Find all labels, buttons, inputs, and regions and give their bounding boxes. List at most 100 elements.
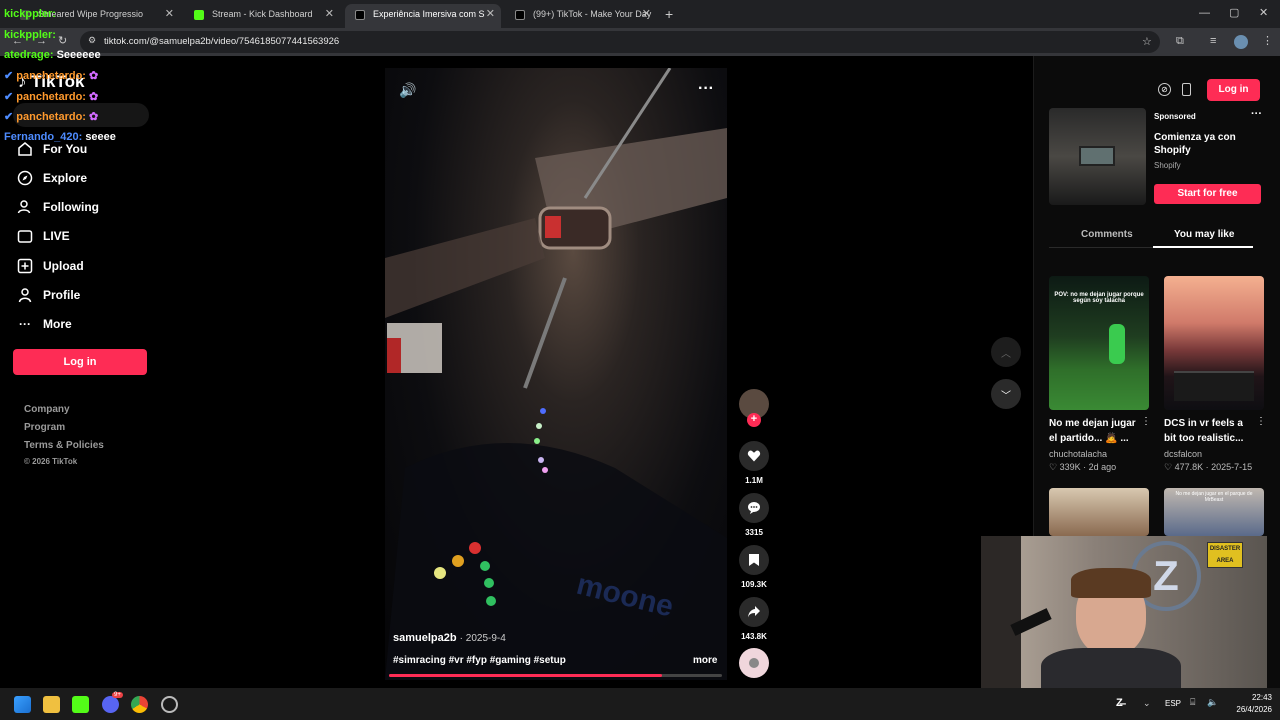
- extensions-icon[interactable]: ⧉: [1176, 35, 1184, 48]
- recommendation-meta: ♡ 477.8K · 2025-7-15: [1164, 462, 1252, 473]
- close-icon[interactable]: ✕: [165, 7, 174, 20]
- rec-options-icon[interactable]: ⋮: [1141, 416, 1151, 427]
- nav-more[interactable]: ··· More: [16, 313, 72, 335]
- creator-avatar[interactable]: +: [737, 389, 771, 427]
- footer-link-company[interactable]: Company: [24, 404, 70, 415]
- compass-icon[interactable]: ⊘: [1158, 83, 1171, 96]
- url-field[interactable]: ⚙ tiktok.com/@samuelpa2b/video/754618507…: [80, 31, 1160, 53]
- recommendation-thumbnail[interactable]: POV: no me dejan jugar porque según soy …: [1049, 276, 1149, 410]
- comment-button[interactable]: 3315: [737, 493, 771, 537]
- like-count: 1.1M: [745, 476, 763, 485]
- wifi-icon[interactable]: ⌄: [1143, 698, 1151, 709]
- network-icon[interactable]: ⌸: [1190, 697, 1195, 708]
- recommendation-thumbnail[interactable]: [1164, 276, 1264, 410]
- save-count: 109.3K: [741, 580, 767, 589]
- next-video-button[interactable]: ﹀: [991, 379, 1021, 409]
- login-button[interactable]: Log in: [13, 349, 147, 375]
- tab-comments[interactable]: Comments: [1081, 229, 1133, 240]
- minimize-icon[interactable]: —: [1199, 7, 1210, 19]
- volume-tray-icon[interactable]: 🔈: [1207, 697, 1218, 708]
- profile-avatar-icon[interactable]: [1234, 35, 1248, 49]
- nav-following[interactable]: Following: [16, 196, 99, 218]
- webcam-overlay: Z DISASTER AREA: [981, 536, 1267, 696]
- rec-like-count: 477.8K: [1174, 462, 1204, 472]
- discord-icon[interactable]: [102, 696, 119, 713]
- tab-kick-dashboard[interactable]: Stream - Kick Dashboard ✕: [184, 4, 340, 28]
- volume-icon[interactable]: 🔊: [399, 82, 416, 99]
- ad-options-icon[interactable]: ···: [1251, 108, 1262, 120]
- music-disc[interactable]: [737, 648, 771, 678]
- chrome-menu-icon[interactable]: ⋮: [1262, 34, 1273, 47]
- recommendation-author[interactable]: dcsfalcon: [1164, 449, 1202, 459]
- clock-date[interactable]: 26/4/2026: [1222, 705, 1272, 714]
- nav-live[interactable]: LIVE: [16, 225, 70, 247]
- nav-upload[interactable]: Upload: [16, 255, 84, 277]
- nav-label: More: [43, 317, 72, 331]
- footer-link-program[interactable]: Program: [24, 422, 65, 433]
- language-indicator[interactable]: ESP: [1165, 699, 1181, 708]
- recommendation-thumbnail[interactable]: [1049, 488, 1149, 536]
- nav-label: Explore: [43, 171, 88, 185]
- recommendation-author[interactable]: chuchotalacha: [1049, 449, 1107, 459]
- window-close-icon[interactable]: ✕: [1259, 6, 1268, 19]
- chat-username: panchetardo:: [16, 70, 86, 82]
- video-date: · 2025-9-4: [459, 633, 506, 644]
- like-button[interactable]: 1.1M: [737, 441, 771, 485]
- ad-thumbnail[interactable]: [1049, 108, 1146, 205]
- reload-icon[interactable]: ↻: [58, 34, 67, 47]
- new-tab-icon[interactable]: +: [665, 6, 673, 22]
- tiktok-favicon-icon: [515, 10, 525, 20]
- bookmark-star-icon[interactable]: ☆: [1142, 35, 1152, 48]
- url-text: tiktok.com/@samuelpa2b/video/75461850774…: [104, 36, 340, 47]
- site-info-icon[interactable]: ⚙: [88, 35, 96, 46]
- music-disc-icon: [739, 648, 769, 678]
- chat-message: seeee: [85, 131, 116, 143]
- ad-title[interactable]: Comienza ya con Shopify: [1154, 131, 1258, 157]
- emote-icon: ✿: [89, 111, 99, 123]
- media-icon[interactable]: ≡: [1210, 35, 1216, 47]
- clock-time[interactable]: 22:43: [1228, 693, 1272, 702]
- close-icon[interactable]: ✕: [642, 7, 651, 20]
- kick-app-icon[interactable]: [72, 696, 89, 713]
- obs-icon[interactable]: [161, 696, 178, 713]
- recommendation-thumbnail[interactable]: No me dejan jugar en el parque de MrBeas…: [1164, 488, 1264, 536]
- windows-start-icon[interactable]: [14, 696, 31, 713]
- recommendation-title[interactable]: No me dejan jugar el partido... 🙇 ...: [1049, 416, 1141, 446]
- close-icon[interactable]: ✕: [486, 7, 495, 20]
- follow-plus-icon[interactable]: +: [747, 413, 761, 427]
- login-button-top[interactable]: Log in: [1207, 79, 1260, 101]
- nav-explore[interactable]: Explore: [16, 167, 87, 189]
- chrome-icon[interactable]: [131, 696, 148, 713]
- more-button[interactable]: more: [693, 655, 717, 666]
- video-progress-bar[interactable]: [389, 674, 722, 677]
- verified-badge-icon: ✔: [4, 91, 14, 103]
- chat-username: Fernando_420:: [4, 131, 83, 143]
- footer-link-terms[interactable]: Terms & Policies: [24, 440, 104, 451]
- tab-title: Stream - Kick Dashboard: [212, 9, 313, 19]
- previous-video-button[interactable]: ︿: [991, 337, 1021, 367]
- video-author[interactable]: samuelpa2b · 2025-9-4: [393, 632, 506, 644]
- share-count: 143.8K: [741, 632, 767, 641]
- file-explorer-icon[interactable]: [43, 696, 60, 713]
- close-icon[interactable]: ✕: [325, 7, 334, 20]
- maximize-icon[interactable]: ▢: [1229, 6, 1239, 19]
- nav-label: Following: [43, 200, 99, 214]
- player-figure: [1109, 324, 1125, 364]
- nav-profile[interactable]: Profile: [16, 284, 80, 306]
- video-hashtags[interactable]: #simracing #vr #fyp #gaming #setup: [393, 655, 566, 666]
- save-button[interactable]: 109.3K: [737, 545, 771, 589]
- start-for-free-button[interactable]: Start for free: [1154, 184, 1261, 204]
- tab-experiencia-imersiva[interactable]: Experiência Imersiva com S ✕: [345, 4, 501, 28]
- nav-label: Upload: [43, 259, 84, 273]
- tab-tiktok-make-your-day[interactable]: (99+) TikTok - Make Your Day ✕: [505, 4, 657, 28]
- tab-you-may-like[interactable]: You may like: [1174, 229, 1234, 240]
- share-button[interactable]: 143.8K: [737, 597, 771, 641]
- ad-brand[interactable]: Shopify: [1154, 161, 1181, 170]
- z-tray-icon[interactable]: Z̶: [1116, 697, 1123, 709]
- video-player[interactable]: moone 🔊 ··· samuelpa2b · 2025-9-4 #simra…: [385, 68, 727, 680]
- cockpit-panel: [1174, 371, 1254, 401]
- recommendation-title[interactable]: DCS in vr feels a bit too realistic...: [1164, 416, 1256, 446]
- rec-options-icon[interactable]: ⋮: [1256, 416, 1266, 427]
- video-options-icon[interactable]: ···: [698, 80, 714, 98]
- mobile-device-icon[interactable]: [1182, 83, 1191, 96]
